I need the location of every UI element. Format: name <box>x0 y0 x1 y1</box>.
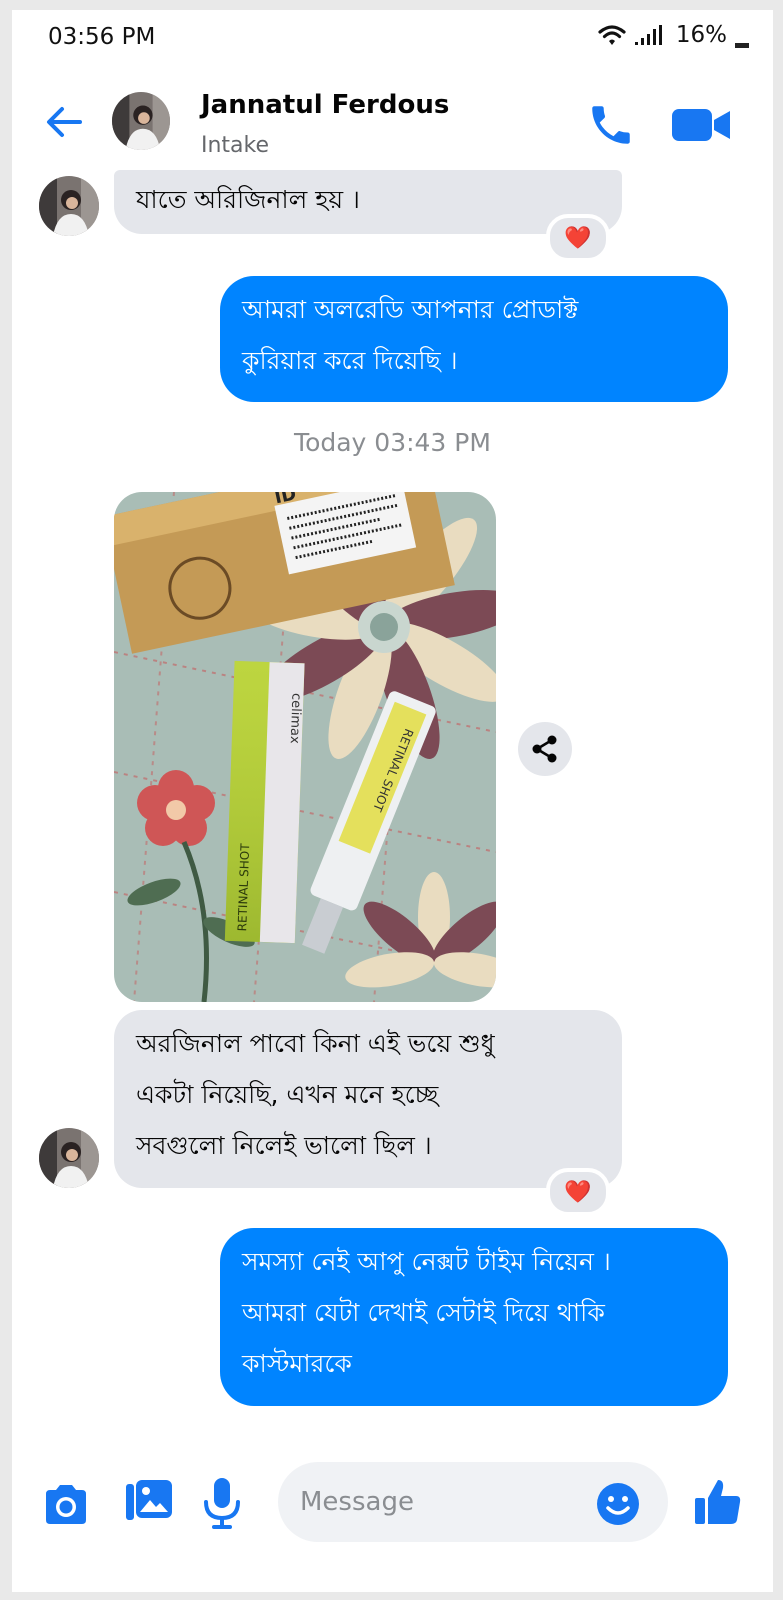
message-text: অরজিনাল পাবো কিনা এই ভয়ে শুধু <box>136 1029 495 1058</box>
video-call-icon[interactable] <box>670 100 734 150</box>
photo-message[interactable]: ID RETINAL SHOT celimax RETINAL SHOT <box>114 492 496 1002</box>
share-icon <box>532 735 557 763</box>
share-button[interactable] <box>518 722 572 776</box>
message-text: কাস্টমারকে <box>242 1349 352 1378</box>
message-text: সবগুলো নিলেই ভালো ছিল । <box>136 1131 432 1160</box>
message-reaction[interactable]: ❤️ <box>546 1168 610 1216</box>
heart-reaction-icon: ❤️ <box>564 225 592 251</box>
avatar-photo <box>39 1128 99 1188</box>
product-photo: ID RETINAL SHOT celimax RETINAL SHOT <box>114 492 496 1002</box>
message-text: আমরা যেটা দেখাই সেটাই দিয়ে থাকি <box>242 1298 605 1327</box>
microphone-icon[interactable] <box>200 1476 244 1532</box>
message-text: আমরা অলরেডি আপনার প্রোডাক্ট <box>242 295 579 324</box>
incoming-message-bubble[interactable]: অরজিনাল পাবো কিনা এই ভয়ে শুধু একটা নিয়… <box>114 1010 622 1188</box>
battery-icon <box>735 22 749 48</box>
battery-level: 16% <box>675 22 727 48</box>
contact-subtitle: Intake <box>201 133 270 158</box>
conversation-header: Jannatul Ferdous Intake <box>12 78 773 178</box>
sender-avatar[interactable] <box>39 1128 99 1188</box>
emoji-icon[interactable] <box>596 1482 640 1526</box>
status-time: 03:56 PM <box>48 24 156 50</box>
signal-icon <box>634 25 662 45</box>
incoming-message-bubble[interactable]: যাতে অরিজিনাল হয় । <box>114 170 622 234</box>
gallery-icon[interactable] <box>124 1478 174 1524</box>
outgoing-message-bubble[interactable]: আমরা অলরেডি আপনার প্রোডাক্ট কুরিয়ার করে… <box>220 276 728 402</box>
message-text: যাতে অরিজিনাল হয় । <box>136 185 360 214</box>
thumbs-up-icon[interactable] <box>692 1476 744 1528</box>
outgoing-message-bubble[interactable]: সমস্যা নেই আপু নেক্সট টাইম নিয়েন । আমরা… <box>220 1228 728 1406</box>
message-composer <box>12 1446 773 1556</box>
avatar-photo <box>112 92 170 150</box>
phone-call-icon[interactable] <box>586 100 636 150</box>
contact-name[interactable]: Jannatul Ferdous <box>201 90 449 120</box>
back-arrow-icon[interactable] <box>42 100 86 144</box>
heart-reaction-icon: ❤️ <box>564 1179 592 1205</box>
camera-icon[interactable] <box>42 1482 90 1526</box>
contact-avatar[interactable] <box>112 92 170 150</box>
status-bar: 03:56 PM 16% <box>12 10 773 70</box>
wifi-icon <box>598 25 626 45</box>
status-icons: 16% <box>598 22 749 48</box>
box-brand-text: celimax <box>287 693 304 744</box>
message-reaction[interactable]: ❤️ <box>546 214 610 262</box>
message-text: কুরিয়ার করে দিয়েছি । <box>242 346 458 375</box>
sender-avatar[interactable] <box>39 176 99 236</box>
messenger-screen: 03:56 PM 16% Jannatul Ferdous Intake যাত… <box>12 10 773 1592</box>
avatar-photo <box>39 176 99 236</box>
conversation-timestamp: Today 03:43 PM <box>294 428 491 457</box>
message-text: সমস্যা নেই আপু নেক্সট টাইম নিয়েন । <box>242 1247 611 1276</box>
message-text: একটা নিয়েছি, এখন মনে হচ্ছে <box>136 1080 439 1109</box>
